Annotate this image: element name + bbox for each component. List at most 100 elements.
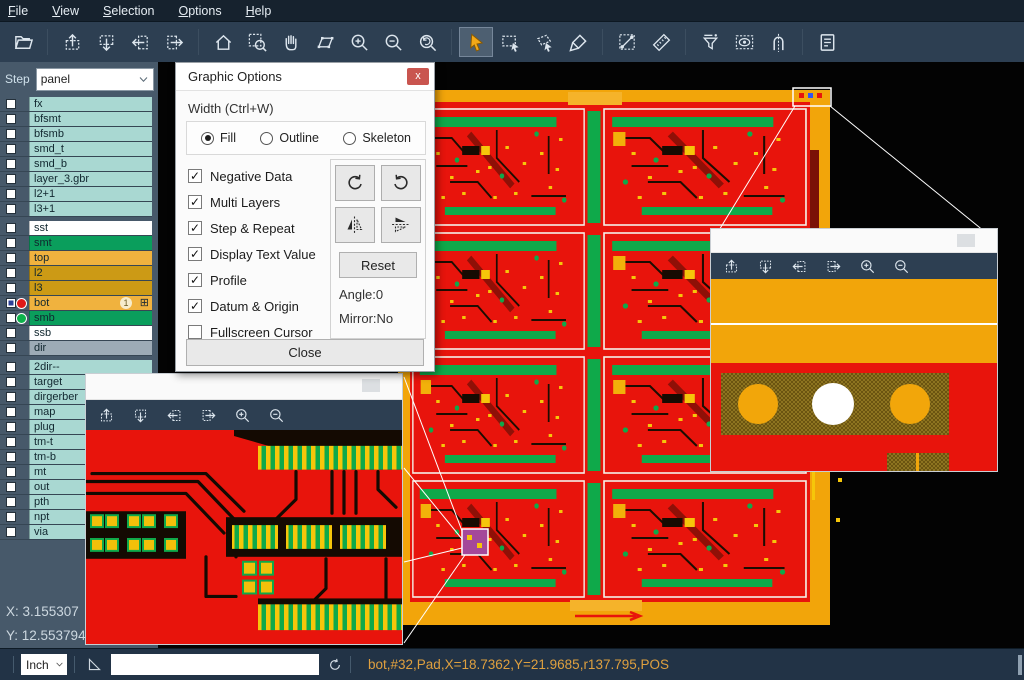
check-profile[interactable]: Profile bbox=[188, 267, 336, 293]
flip-vertical-button[interactable] bbox=[381, 207, 421, 243]
pan-left-button[interactable] bbox=[123, 27, 157, 57]
layer-name[interactable]: bfsmt bbox=[29, 112, 152, 126]
select-cursor-button[interactable] bbox=[459, 27, 493, 57]
pan-down-icon[interactable] bbox=[132, 407, 149, 424]
radio-circle-icon[interactable] bbox=[201, 132, 214, 145]
zoom-previous-button[interactable] bbox=[410, 27, 444, 57]
popup-window-button[interactable] bbox=[957, 234, 975, 247]
pan-left-icon[interactable] bbox=[166, 407, 183, 424]
close-button[interactable]: Close bbox=[186, 339, 424, 366]
pan-hand-button[interactable] bbox=[274, 27, 308, 57]
zoom-window-button[interactable] bbox=[240, 27, 274, 57]
command-input[interactable] bbox=[111, 654, 319, 675]
layer-name[interactable]: fx bbox=[29, 97, 152, 111]
view-options-button[interactable] bbox=[727, 27, 761, 57]
layer-row-dir[interactable]: dir bbox=[0, 341, 152, 356]
ruler-button[interactable] bbox=[644, 27, 678, 57]
layer-checkbox[interactable] bbox=[6, 99, 16, 109]
layer-row-smd_b[interactable]: smd_b bbox=[0, 157, 152, 172]
pan-right-icon[interactable] bbox=[825, 258, 842, 275]
menu-file[interactable]: File bbox=[8, 4, 28, 18]
popup-window-button[interactable] bbox=[362, 379, 380, 392]
layer-name[interactable]: l2+1 bbox=[29, 187, 152, 201]
layer-checkbox[interactable] bbox=[6, 377, 16, 387]
home-view-button[interactable] bbox=[206, 27, 240, 57]
refresh-icon[interactable] bbox=[327, 657, 343, 673]
zoom-in-icon[interactable] bbox=[859, 258, 876, 275]
filter-button[interactable] bbox=[693, 27, 727, 57]
menu-options[interactable]: Options bbox=[178, 4, 221, 18]
layer-checkbox[interactable] bbox=[6, 467, 16, 477]
popup-pcb-zoom-view[interactable] bbox=[711, 279, 997, 471]
layer-checkbox[interactable] bbox=[6, 298, 16, 308]
step-select[interactable]: panel bbox=[36, 68, 154, 91]
pan-right-button[interactable] bbox=[157, 27, 191, 57]
layer-name[interactable]: smd_t bbox=[29, 142, 152, 156]
layer-name[interactable]: top bbox=[29, 251, 152, 265]
layer-checkbox[interactable] bbox=[6, 268, 16, 278]
zoom-in-icon[interactable] bbox=[234, 407, 251, 424]
layer-name[interactable]: l3 bbox=[29, 281, 152, 295]
layer-row-smt[interactable]: smt bbox=[0, 236, 152, 251]
checkbox-icon[interactable] bbox=[188, 221, 202, 235]
radio-skeleton[interactable]: Skeleton bbox=[343, 131, 411, 145]
corner-tool-icon[interactable] bbox=[86, 656, 103, 673]
layer-row-bfsmt[interactable]: bfsmt bbox=[0, 112, 152, 127]
checkbox-icon[interactable] bbox=[188, 325, 202, 339]
layer-name[interactable]: smb bbox=[29, 311, 152, 325]
layer-checkbox[interactable] bbox=[6, 238, 16, 248]
checkbox-icon[interactable] bbox=[188, 299, 202, 313]
layer-checkbox[interactable] bbox=[6, 144, 16, 154]
checkbox-icon[interactable] bbox=[188, 169, 202, 183]
layer-checkbox[interactable] bbox=[6, 174, 16, 184]
zoom-popup-top-right[interactable] bbox=[710, 228, 998, 472]
layer-row-top[interactable]: top bbox=[0, 251, 152, 266]
radio-circle-icon[interactable] bbox=[260, 132, 273, 145]
layer-checkbox[interactable] bbox=[6, 407, 16, 417]
layer-checkbox[interactable] bbox=[6, 223, 16, 233]
check-multi-layers[interactable]: Multi Layers bbox=[188, 189, 336, 215]
pan-up-button[interactable] bbox=[55, 27, 89, 57]
layer-name[interactable]: dir bbox=[29, 341, 152, 355]
unit-select[interactable]: Inch bbox=[21, 654, 67, 675]
layer-row-fx[interactable]: fx bbox=[0, 97, 152, 112]
pan-up-icon[interactable] bbox=[98, 407, 115, 424]
layer-name[interactable]: l2 bbox=[29, 266, 152, 280]
loop-trace-button[interactable] bbox=[761, 27, 795, 57]
layer-row-l3[interactable]: l3 bbox=[0, 281, 152, 296]
layer-row-l2+1[interactable]: l2+1 bbox=[0, 187, 152, 202]
zoom-out-button[interactable] bbox=[376, 27, 410, 57]
check-step-repeat[interactable]: Step & Repeat bbox=[188, 215, 336, 241]
layer-name[interactable]: 2dir-- bbox=[29, 360, 152, 374]
dialog-title-bar[interactable]: Graphic Options x bbox=[176, 63, 434, 91]
popup-title-bar[interactable] bbox=[86, 374, 402, 400]
radio-outline[interactable]: Outline bbox=[260, 131, 319, 145]
layer-checkbox[interactable] bbox=[6, 392, 16, 402]
layer-row-bfsmb[interactable]: bfsmb bbox=[0, 127, 152, 142]
resize-grip[interactable] bbox=[1018, 655, 1022, 675]
rotate-cw-button[interactable] bbox=[335, 165, 375, 201]
polygon-zoom-button[interactable] bbox=[308, 27, 342, 57]
layer-checkbox[interactable] bbox=[6, 362, 16, 372]
layer-checkbox[interactable] bbox=[6, 189, 16, 199]
layer-checkbox[interactable] bbox=[6, 283, 16, 293]
layer-name[interactable]: bot1⊞ bbox=[29, 296, 152, 310]
pan-right-icon[interactable] bbox=[200, 407, 217, 424]
layer-row-l3+1[interactable]: l3+1 bbox=[0, 202, 152, 217]
radio-circle-icon[interactable] bbox=[343, 132, 356, 145]
report-button[interactable] bbox=[810, 27, 844, 57]
popup-pcb-zoom-view[interactable] bbox=[86, 430, 402, 644]
layer-name[interactable]: l3+1 bbox=[29, 202, 152, 216]
pan-left-icon[interactable] bbox=[791, 258, 808, 275]
close-icon[interactable]: x bbox=[407, 68, 429, 85]
layer-checkbox[interactable] bbox=[6, 159, 16, 169]
layer-name[interactable]: layer_3.gbr bbox=[29, 172, 152, 186]
layer-row-smb[interactable]: smb bbox=[0, 311, 152, 326]
layer-checkbox[interactable] bbox=[6, 343, 16, 353]
layer-row-smd_t[interactable]: smd_t bbox=[0, 142, 152, 157]
layer-name[interactable]: sst bbox=[29, 221, 152, 235]
select-rect-button[interactable] bbox=[493, 27, 527, 57]
pan-down-button[interactable] bbox=[89, 27, 123, 57]
layer-checkbox[interactable] bbox=[6, 482, 16, 492]
layer-checkbox[interactable] bbox=[6, 527, 16, 537]
